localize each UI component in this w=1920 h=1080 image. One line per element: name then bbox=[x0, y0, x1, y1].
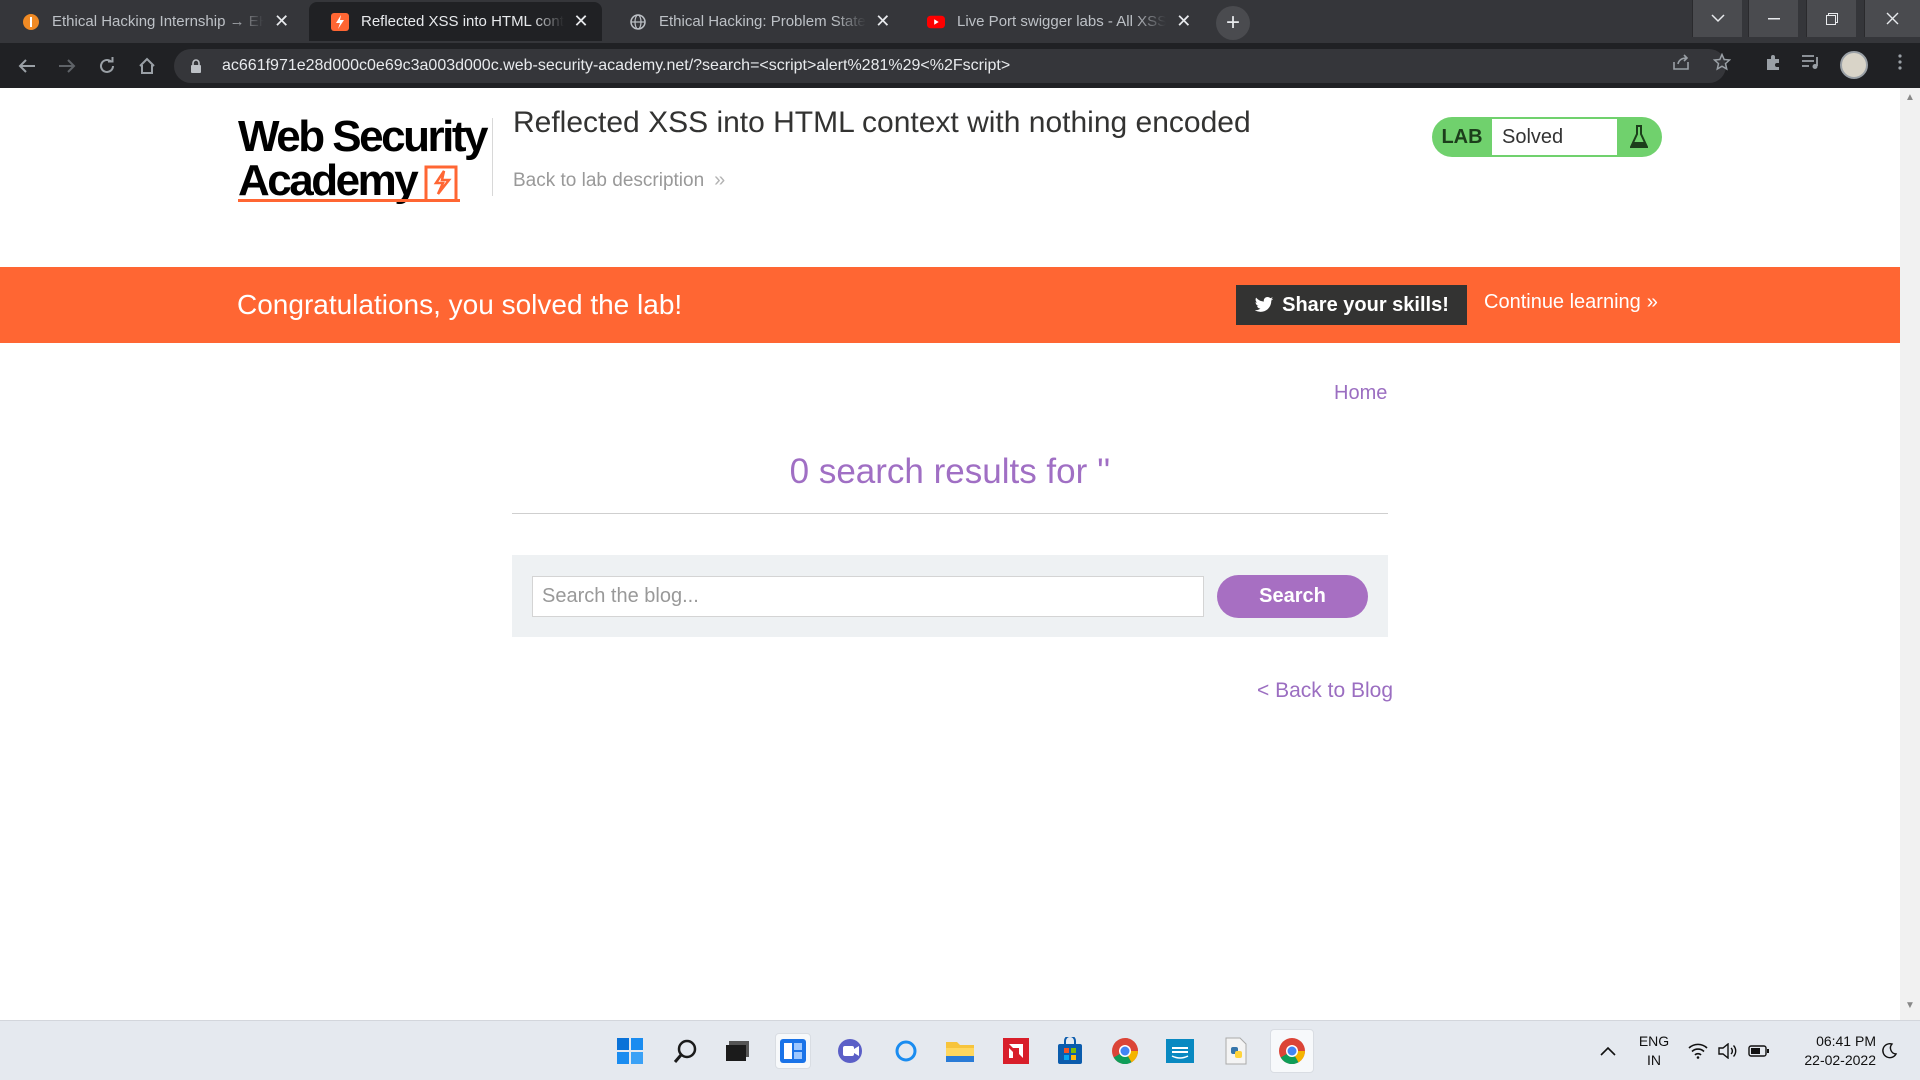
youtube-icon bbox=[927, 13, 945, 31]
cortana-icon[interactable] bbox=[888, 1033, 924, 1069]
wifi-icon[interactable] bbox=[1688, 1021, 1708, 1080]
tab-title: Ethical Hacking: Problem Statement bbox=[659, 13, 866, 30]
clock[interactable]: 06:41 PM 22-02-2022 bbox=[1786, 1021, 1876, 1080]
tab-title: Ethical Hacking Internship → EH Internsh… bbox=[52, 13, 265, 30]
search-icon[interactable] bbox=[668, 1033, 704, 1069]
language-line-2: IN bbox=[1647, 1052, 1661, 1068]
lab-status-text: Solved bbox=[1492, 119, 1617, 155]
portswigger-icon bbox=[331, 12, 349, 31]
address-bar[interactable]: ac661f971e28d000c0e69c3a003d000c.web-sec… bbox=[174, 49, 1726, 83]
continue-learning-link[interactable]: Continue learning » bbox=[1484, 291, 1658, 314]
clock-time: 06:41 PM bbox=[1816, 1033, 1876, 1049]
reload-icon[interactable] bbox=[94, 53, 120, 79]
chrome-active-icon[interactable] bbox=[1270, 1029, 1314, 1073]
widgets-icon[interactable] bbox=[775, 1033, 811, 1069]
back-arrow-icon[interactable] bbox=[14, 53, 40, 79]
search-panel: Search the blog... Search bbox=[512, 555, 1388, 637]
back-to-lab-description-link[interactable]: Back to lab description » bbox=[513, 169, 725, 192]
battery-icon[interactable] bbox=[1748, 1021, 1770, 1080]
task-view-icon[interactable] bbox=[720, 1033, 756, 1069]
restore-icon[interactable] bbox=[1806, 0, 1856, 37]
teams-chat-icon[interactable] bbox=[832, 1033, 868, 1069]
media-queue-icon[interactable] bbox=[1799, 50, 1823, 74]
new-tab-icon[interactable]: + bbox=[1216, 6, 1250, 40]
divider-line bbox=[512, 513, 1388, 514]
clock-date: 22-02-2022 bbox=[1804, 1052, 1876, 1068]
close-tab-icon[interactable]: ✕ bbox=[874, 11, 892, 32]
close-window-icon[interactable] bbox=[1864, 0, 1920, 37]
share-page-icon[interactable] bbox=[1669, 50, 1693, 74]
minimize-icon[interactable] bbox=[1748, 0, 1798, 37]
tab-title: Reflected XSS into HTML context with not… bbox=[361, 13, 564, 30]
lightning-bolt-icon bbox=[424, 165, 458, 199]
flask-icon bbox=[1617, 117, 1660, 157]
home-icon[interactable] bbox=[134, 53, 160, 79]
twitter-icon bbox=[1254, 297, 1274, 312]
python-file-icon[interactable] bbox=[1218, 1033, 1254, 1069]
close-tab-icon[interactable]: ✕ bbox=[1174, 11, 1193, 32]
start-icon[interactable] bbox=[612, 1033, 648, 1069]
tab-search-icon[interactable] bbox=[1692, 0, 1742, 37]
browser-toolbar: ac661f971e28d000c0e69c3a003d000c.web-sec… bbox=[0, 43, 1920, 88]
double-chevron-right-icon: » bbox=[1646, 291, 1658, 313]
logo-underline bbox=[238, 199, 460, 202]
extensions-icon[interactable] bbox=[1761, 50, 1785, 74]
windows-taskbar: ENG IN 06:41 PM 22-02-2022 bbox=[0, 1020, 1920, 1080]
amd-software-icon[interactable] bbox=[998, 1033, 1034, 1069]
browser-tab[interactable]: Ethical Hacking Internship → EH Internsh… bbox=[0, 2, 303, 41]
browser-menu-icon[interactable] bbox=[1888, 50, 1912, 74]
notification-moon-icon[interactable] bbox=[1880, 1021, 1898, 1080]
web-security-academy-logo[interactable]: Web Security Academy bbox=[238, 115, 488, 205]
lock-icon[interactable] bbox=[190, 59, 204, 73]
profile-avatar[interactable] bbox=[1840, 51, 1868, 79]
internshala-icon bbox=[22, 13, 40, 31]
show-hidden-icons-chevron-icon[interactable] bbox=[1600, 1021, 1616, 1080]
success-message: Congratulations, you solved the lab! bbox=[237, 289, 683, 320]
success-banner: Congratulations, you solved the lab! Sha… bbox=[0, 267, 1900, 343]
logo-line-1: Web Security bbox=[238, 112, 488, 161]
search-placeholder: Search the blog... bbox=[542, 585, 699, 607]
lab-status-widget: LAB Solved bbox=[1432, 117, 1662, 157]
microsoft-store-icon[interactable] bbox=[1052, 1033, 1088, 1069]
bookmark-star-icon[interactable] bbox=[1710, 50, 1734, 74]
share-skills-button[interactable]: Share your skills! bbox=[1236, 285, 1467, 325]
lab-badge: LAB bbox=[1441, 125, 1483, 148]
continue-learning-label: Continue learning bbox=[1484, 291, 1641, 313]
home-link[interactable]: Home bbox=[1334, 382, 1387, 405]
globe-icon bbox=[629, 13, 647, 31]
url-text[interactable]: ac661f971e28d000c0e69c3a003d000c.web-sec… bbox=[222, 57, 1010, 75]
browser-tab-bar: Ethical Hacking Internship → EH Internsh… bbox=[0, 0, 1920, 43]
header-divider bbox=[492, 118, 493, 196]
browser-tab-active[interactable]: Reflected XSS into HTML context with not… bbox=[309, 2, 602, 41]
tab-title: Live Port swigger labs - All XSS solutio… bbox=[957, 13, 1167, 30]
language-indicator[interactable]: ENG IN bbox=[1636, 1021, 1672, 1080]
web-page bbox=[0, 88, 1900, 1020]
search-results-heading: 0 search results for '' bbox=[789, 452, 1111, 491]
scroll-down-arrow-icon[interactable]: ▼ bbox=[1904, 1000, 1916, 1011]
page-scrollbar[interactable]: ▲ ▼ bbox=[1900, 88, 1920, 1020]
search-button[interactable]: Search bbox=[1217, 575, 1368, 618]
back-to-lab-description-label: Back to lab description bbox=[513, 169, 705, 191]
file-explorer-icon[interactable] bbox=[942, 1033, 978, 1069]
share-skills-label: Share your skills! bbox=[1282, 293, 1449, 316]
close-tab-icon[interactable]: ✕ bbox=[272, 11, 291, 32]
logo-line-2: Academy bbox=[238, 156, 419, 205]
chrome-icon[interactable] bbox=[1107, 1033, 1143, 1069]
lab-title: Reflected XSS into HTML context with not… bbox=[513, 106, 1251, 139]
browser-tab[interactable]: Ethical Hacking: Problem Statement ✕ bbox=[607, 2, 904, 41]
browser-tab[interactable]: Live Port swigger labs - All XSS solutio… bbox=[905, 2, 1205, 41]
close-tab-icon[interactable]: ✕ bbox=[572, 11, 590, 32]
back-to-blog-link[interactable]: < Back to Blog bbox=[1257, 679, 1393, 703]
forward-arrow-icon[interactable] bbox=[54, 53, 80, 79]
search-input[interactable]: Search the blog... bbox=[532, 576, 1204, 617]
double-chevron-right-icon: » bbox=[714, 169, 726, 191]
volume-icon[interactable] bbox=[1718, 1021, 1738, 1080]
language-line-1: ENG bbox=[1638, 1033, 1670, 1049]
scroll-up-arrow-icon[interactable]: ▲ bbox=[1904, 92, 1916, 103]
prime-video-icon[interactable] bbox=[1162, 1033, 1198, 1069]
